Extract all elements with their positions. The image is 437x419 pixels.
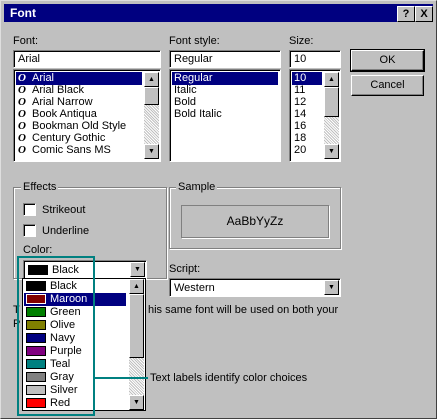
chevron-down-icon[interactable]: ▼	[324, 280, 339, 295]
font-list-item[interactable]: O Comic Sans MS	[16, 144, 142, 157]
font-list-item-label: Century Gothic	[32, 132, 106, 144]
script-label: Script:	[169, 263, 201, 275]
scroll-thumb[interactable]	[324, 87, 339, 117]
info-text: his same font will be used on both your	[148, 304, 339, 316]
close-button[interactable]: X	[415, 6, 433, 22]
script-combo[interactable]: Western ▼	[169, 278, 341, 297]
font-style-input[interactable]: Regular	[169, 50, 281, 68]
scroll-thumb[interactable]	[129, 294, 144, 358]
help-button[interactable]: ?	[397, 6, 415, 22]
size-list-item[interactable]: 20	[292, 144, 322, 157]
callout-highlight	[17, 256, 95, 416]
font-style-list[interactable]: Regular Italic Bold Bold Italic	[169, 69, 281, 162]
color-list-scrollbar[interactable]: ▲ ▼	[129, 279, 144, 410]
font-list-item-label: Bookman Old Style	[32, 120, 127, 132]
sample-preview: AaBbYyZz	[181, 205, 329, 238]
size-list-scrollbar[interactable]: ▲ ▼	[324, 72, 339, 159]
font-input-value: Arial	[18, 53, 41, 65]
font-list-item-label: Arial Narrow	[32, 96, 93, 108]
scroll-up-icon[interactable]: ▲	[129, 279, 144, 294]
scroll-down-icon[interactable]: ▼	[129, 395, 144, 410]
font-list-item-label: Arial	[32, 72, 55, 84]
scroll-up-icon[interactable]: ▲	[144, 72, 159, 87]
chevron-down-icon[interactable]: ▼	[130, 262, 145, 277]
dialog-title: Font	[10, 6, 36, 20]
scroll-up-icon[interactable]: ▲	[324, 72, 339, 87]
effects-title: Effects	[21, 181, 59, 193]
font-list-item-label: Book Antiqua	[32, 108, 97, 120]
font-input[interactable]: Arial	[13, 50, 161, 68]
size-input[interactable]: 10	[289, 50, 341, 68]
color-label: Color:	[23, 244, 53, 256]
underline-checkbox[interactable]	[23, 224, 36, 237]
truetype-icon: O	[18, 144, 26, 156]
script-combo-value: Western	[174, 282, 215, 294]
scroll-down-icon[interactable]: ▼	[324, 144, 339, 159]
font-list-item-label: Comic Sans MS	[32, 144, 111, 156]
underline-label: Underline	[42, 225, 90, 237]
callout-line	[95, 377, 148, 379]
strikeout-checkbox[interactable]	[23, 203, 36, 216]
size-label: Size:	[289, 35, 314, 47]
sample-title: Sample	[176, 181, 218, 193]
font-style-input-value: Regular	[174, 53, 213, 65]
font-list-scrollbar[interactable]: ▲ ▼	[144, 72, 159, 159]
scroll-thumb[interactable]	[144, 87, 159, 105]
font-style-label: Font style:	[169, 35, 220, 47]
size-list[interactable]: ▲ ▼ 10 11 12 14 16 18 20	[289, 69, 341, 162]
strikeout-label: Strikeout	[42, 204, 86, 216]
ok-button[interactable]: OK	[350, 49, 425, 72]
scroll-down-icon[interactable]: ▼	[144, 144, 159, 159]
callout-annotation: Text labels identify color choices	[150, 372, 308, 384]
title-bar: Font ? X	[4, 4, 433, 22]
font-label: Font:	[13, 35, 39, 47]
cancel-button[interactable]: Cancel	[351, 75, 424, 96]
font-list-item-label: Arial Black	[32, 84, 84, 96]
size-input-value: 10	[294, 53, 307, 65]
font-list[interactable]: ▲ ▼ O Arial O Arial Black O Arial Narrow O Book…	[13, 69, 161, 162]
font-style-list-item[interactable]: Bold Italic	[172, 108, 278, 121]
